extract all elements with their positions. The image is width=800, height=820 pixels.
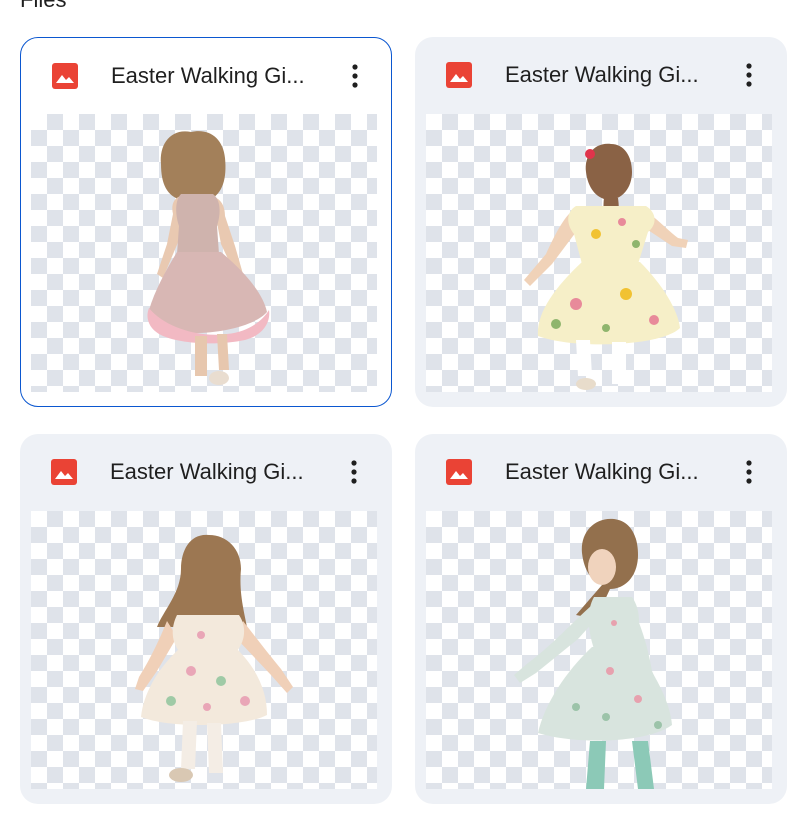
file-thumbnail[interactable] <box>426 114 772 392</box>
girl-mint-floral-dress-image <box>514 518 672 789</box>
image-icon <box>51 459 77 485</box>
file-card[interactable]: Easter Walking Gi... <box>415 434 787 804</box>
more-options-button[interactable] <box>731 454 767 490</box>
file-thumbnail[interactable] <box>31 511 377 789</box>
image-icon <box>446 62 472 88</box>
more-vert-icon <box>351 460 357 484</box>
image-icon <box>446 459 472 485</box>
more-vert-icon <box>746 63 752 87</box>
file-thumbnail[interactable] <box>31 114 377 392</box>
more-options-button[interactable] <box>336 454 372 490</box>
file-card[interactable]: Easter Walking Gi... <box>20 37 392 407</box>
file-name[interactable]: Easter Walking Gi... <box>111 62 323 90</box>
more-vert-icon <box>352 64 358 88</box>
more-vert-icon <box>746 460 752 484</box>
girl-floral-dress-image <box>524 143 688 390</box>
file-card[interactable]: Easter Walking Gi... <box>415 37 787 407</box>
image-icon <box>52 63 78 89</box>
girl-pink-dress-image <box>147 131 270 385</box>
file-card-header: Easter Walking Gi... <box>415 434 787 510</box>
girl-pastel-floral-dress-image <box>135 534 293 782</box>
file-name[interactable]: Easter Walking Gi... <box>505 61 717 89</box>
file-card[interactable]: Easter Walking Gi... <box>20 434 392 804</box>
file-card-header: Easter Walking Gi... <box>21 38 391 114</box>
section-label: Files <box>20 0 66 12</box>
more-options-button[interactable] <box>337 58 373 94</box>
file-name[interactable]: Easter Walking Gi... <box>110 458 322 486</box>
file-card-header: Easter Walking Gi... <box>20 434 392 510</box>
more-options-button[interactable] <box>731 57 767 93</box>
file-thumbnail[interactable] <box>426 511 772 789</box>
file-name[interactable]: Easter Walking Gi... <box>505 458 717 486</box>
file-card-header: Easter Walking Gi... <box>415 37 787 113</box>
